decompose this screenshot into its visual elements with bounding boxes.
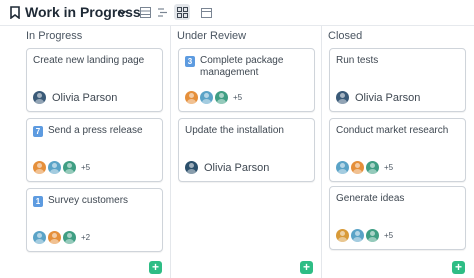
task-title: Survey customers: [48, 195, 129, 206]
task-assignees: +5: [185, 91, 242, 104]
task-card[interactable]: 3 Complete package management +5: [178, 48, 315, 112]
task-card[interactable]: 1 Survey customers +2: [26, 188, 163, 252]
task-assignees: +2: [33, 231, 90, 244]
chevron-down-icon[interactable]: [118, 8, 127, 17]
avatar: [33, 91, 46, 104]
avatar: [63, 231, 76, 244]
task-card[interactable]: Create new landing page Olivia Parson: [26, 48, 163, 112]
avatar: [336, 229, 349, 242]
task-title: Run tests: [336, 55, 379, 66]
list-view-button[interactable]: [137, 4, 153, 20]
more-assignees-count: +2: [81, 233, 91, 242]
avatar: [48, 231, 61, 244]
task-card[interactable]: Run tests Olivia Parson: [329, 48, 466, 112]
avatar: [33, 161, 46, 174]
calendar-view-button[interactable]: [198, 4, 214, 20]
avatar: [336, 161, 349, 174]
more-assignees-count: +5: [384, 231, 394, 240]
more-assignees-count: +5: [384, 163, 394, 172]
avatar: [366, 161, 379, 174]
column-title-in-progress: In Progress: [26, 30, 83, 42]
task-card[interactable]: Update the installation Olivia Parson: [178, 118, 315, 182]
calendar-view-icon: [200, 7, 212, 18]
task-title: Update the installation: [185, 125, 284, 136]
board-view-button[interactable]: [174, 4, 190, 20]
header-divider: [0, 25, 474, 26]
timeline-view-icon: [157, 7, 167, 17]
add-card-button[interactable]: +: [452, 261, 465, 274]
avatar: [215, 91, 228, 104]
task-owner: Olivia Parson: [185, 161, 269, 174]
avatar: [33, 231, 46, 244]
column-title-closed: Closed: [328, 30, 363, 42]
avatar: [200, 91, 213, 104]
task-title: Create new landing page: [33, 55, 145, 66]
more-assignees-count: +5: [81, 163, 91, 172]
board-view-icon: [176, 6, 188, 18]
board-header: Work in Progress: [0, 0, 474, 26]
column-title-under-review: Under Review: [177, 30, 247, 42]
task-title-line1: Complete package: [200, 55, 284, 66]
task-owner: Olivia Parson: [33, 91, 117, 104]
task-number-badge: 3: [185, 56, 195, 67]
task-assignees: +5: [336, 229, 393, 242]
owner-name: Olivia Parson: [52, 91, 118, 104]
avatar: [48, 161, 61, 174]
owner-name: Olivia Parson: [204, 161, 270, 174]
avatar: [366, 229, 379, 242]
task-owner: Olivia Parson: [336, 91, 420, 104]
bookmark-icon[interactable]: [10, 6, 20, 19]
add-card-button[interactable]: +: [149, 261, 162, 274]
avatar: [63, 161, 76, 174]
task-assignees: +5: [33, 161, 90, 174]
task-title-line2: management: [200, 67, 259, 78]
avatar: [185, 91, 198, 104]
timeline-view-button[interactable]: [154, 4, 170, 20]
avatar: [336, 91, 349, 104]
task-title: Conduct market research: [336, 125, 449, 136]
avatar: [185, 161, 198, 174]
task-number-badge: 1: [33, 196, 43, 207]
avatar: [351, 161, 364, 174]
owner-name: Olivia Parson: [355, 91, 421, 104]
task-number-badge: 7: [33, 126, 43, 137]
column-divider: [170, 26, 171, 278]
column-divider: [321, 26, 322, 278]
task-title: Send a press release: [48, 125, 143, 136]
avatar: [351, 229, 364, 242]
more-assignees-count: +5: [233, 93, 243, 102]
task-title: Generate ideas: [336, 193, 405, 204]
list-view-icon: [139, 6, 151, 18]
task-card[interactable]: 7 Send a press release +5: [26, 118, 163, 182]
task-card[interactable]: Conduct market research +5: [329, 118, 466, 182]
task-assignees: +5: [336, 161, 393, 174]
task-card[interactable]: Generate ideas +5: [329, 186, 466, 250]
add-card-button[interactable]: +: [300, 261, 313, 274]
